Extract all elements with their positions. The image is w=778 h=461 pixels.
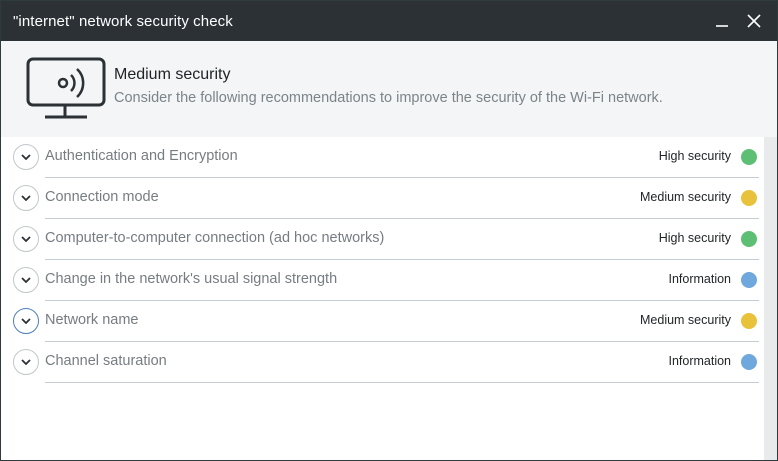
item-label: Channel saturation xyxy=(45,353,167,369)
close-icon xyxy=(747,14,761,28)
chevron-down-icon xyxy=(21,359,31,365)
chevron-down-icon xyxy=(21,277,31,283)
expand-toggle[interactable] xyxy=(13,144,39,170)
security-level-title: Medium security xyxy=(114,66,231,83)
list-item[interactable]: Authentication and Encryption High secur… xyxy=(1,137,763,178)
status-header: Medium security Consider the following r… xyxy=(1,41,777,137)
item-label: Computer-to-computer connection (ad hoc … xyxy=(45,230,385,246)
row-divider xyxy=(45,382,759,383)
status-indicator xyxy=(741,231,757,247)
window-controls xyxy=(713,12,767,30)
chevron-down-icon xyxy=(21,236,31,242)
chevron-down-icon xyxy=(21,154,31,160)
chevron-down-icon xyxy=(21,195,31,201)
header-text: Medium security Consider the following r… xyxy=(114,66,663,106)
expand-toggle[interactable] xyxy=(13,267,39,293)
expand-toggle[interactable] xyxy=(13,349,39,375)
expand-toggle[interactable] xyxy=(13,185,39,211)
minimize-button[interactable] xyxy=(713,12,731,30)
minimize-icon xyxy=(716,25,728,27)
status-indicator xyxy=(741,190,757,206)
status-text: Medium security xyxy=(640,313,731,327)
status-text: High security xyxy=(658,149,731,163)
list-item[interactable]: Connection mode Medium security xyxy=(1,178,763,219)
item-label: Change in the network's usual signal str… xyxy=(45,271,338,287)
vertical-scrollbar[interactable] xyxy=(764,137,777,460)
status-indicator xyxy=(741,272,757,288)
list-item[interactable]: Change in the network's usual signal str… xyxy=(1,260,763,301)
chevron-down-icon xyxy=(21,318,31,324)
check-results-panel: Authentication and Encryption High secur… xyxy=(1,137,777,460)
list-item[interactable]: Channel saturation Information xyxy=(1,342,763,383)
status-text: Medium security xyxy=(640,190,731,204)
status-text: Information xyxy=(668,272,731,286)
status-text: Information xyxy=(668,354,731,368)
item-label: Authentication and Encryption xyxy=(45,148,238,164)
status-indicator xyxy=(741,354,757,370)
list-item[interactable]: Network name Medium security xyxy=(1,301,763,342)
status-indicator xyxy=(741,313,757,329)
title-bar: "internet" network security check xyxy=(1,1,777,41)
item-label: Connection mode xyxy=(45,189,159,205)
status-text: High security xyxy=(658,231,731,245)
window-title: "internet" network security check xyxy=(13,12,233,30)
close-button[interactable] xyxy=(745,12,763,30)
security-description: Consider the following recommendations t… xyxy=(114,90,663,106)
expand-toggle[interactable] xyxy=(13,308,39,334)
security-check-window: "internet" network security check Medium… xyxy=(0,0,778,461)
list-item[interactable]: Computer-to-computer connection (ad hoc … xyxy=(1,219,763,260)
item-label: Network name xyxy=(45,312,139,328)
check-results-list: Authentication and Encryption High secur… xyxy=(1,137,763,383)
expand-toggle[interactable] xyxy=(13,226,39,252)
monitor-wifi-icon xyxy=(25,54,109,124)
status-indicator xyxy=(741,149,757,165)
